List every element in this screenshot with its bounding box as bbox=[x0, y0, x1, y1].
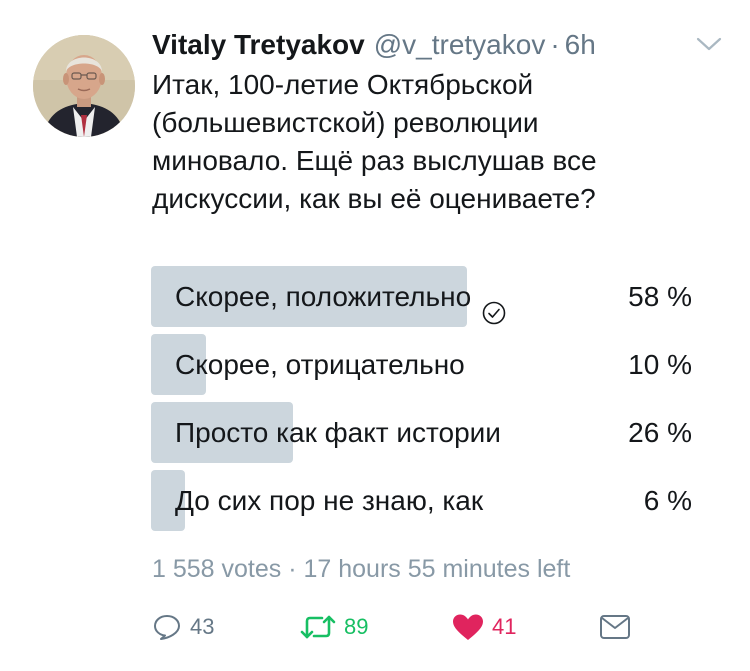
tweet-actions: 43 89 41 bbox=[152, 607, 642, 647]
poll-meta: 1 558 votes · 17 hours 55 minutes left bbox=[152, 555, 571, 583]
poll-option-percent: 6 % bbox=[643, 485, 692, 516]
chevron-down-icon[interactable] bbox=[694, 34, 724, 54]
tweet-header: Vitaly Tretyakov @v_tretyakov · 6h bbox=[152, 26, 596, 64]
poll-option: Скорее, положительно 58 % bbox=[151, 266, 696, 327]
check-circle-icon bbox=[482, 285, 506, 324]
poll-option-label: Просто как факт истории bbox=[175, 417, 501, 448]
reply-count: 43 bbox=[190, 614, 215, 639]
poll-option: Просто как факт истории 26 % bbox=[151, 402, 696, 463]
tweet: Vitaly Tretyakov @v_tretyakov · 6h Итак,… bbox=[0, 0, 750, 671]
author-name[interactable]: Vitaly Tretyakov bbox=[152, 29, 365, 61]
tweet-text-line: миновало. Ещё раз выслушав все bbox=[152, 145, 597, 176]
author-handle[interactable]: @v_tretyakov bbox=[374, 29, 546, 61]
tweet-text-line: дискуссии, как вы её оцениваете? bbox=[152, 183, 596, 214]
avatar-image bbox=[33, 35, 135, 137]
poll-option: До сих пор не знаю, как 6 % bbox=[151, 470, 696, 531]
header-separator: · bbox=[550, 29, 560, 60]
retweet-icon bbox=[300, 613, 336, 641]
poll-option-percent: 58 % bbox=[628, 281, 692, 312]
poll-option-label: Скорее, отрицательно bbox=[175, 349, 465, 380]
reply-button[interactable]: 43 bbox=[152, 607, 214, 647]
poll-option-label: До сих пор не знаю, как bbox=[175, 485, 484, 516]
tweet-timestamp[interactable]: 6h bbox=[565, 29, 596, 61]
tweet-text: Итак, 100-летие Октябрьской (большевистс… bbox=[152, 66, 712, 218]
direct-message-button[interactable] bbox=[599, 607, 631, 647]
retweet-count: 89 bbox=[344, 614, 369, 639]
poll-option: Скорее, отрицательно 10 % bbox=[151, 334, 696, 395]
reply-icon bbox=[152, 613, 182, 641]
avatar[interactable] bbox=[33, 35, 135, 137]
poll-option-percent: 26 % bbox=[628, 417, 692, 448]
tweet-text-line: Итак, 100-летие Октябрьской bbox=[152, 69, 534, 100]
retweet-button[interactable]: 89 bbox=[300, 607, 368, 647]
like-count: 41 bbox=[492, 614, 517, 639]
like-button[interactable]: 41 bbox=[452, 607, 516, 647]
poll-option-percent: 10 % bbox=[628, 349, 692, 380]
tweet-text-line: (большевистской) революции bbox=[152, 107, 539, 138]
heart-icon bbox=[452, 613, 484, 641]
poll-option-label: Скорее, положительно bbox=[175, 281, 472, 312]
envelope-icon bbox=[599, 614, 631, 640]
poll: Скорее, положительно 58 % Скорее, отрица… bbox=[151, 266, 696, 538]
